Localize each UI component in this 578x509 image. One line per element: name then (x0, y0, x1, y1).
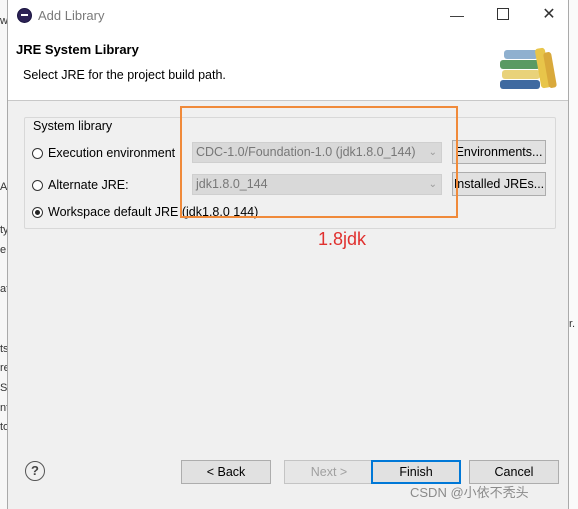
minimize-button[interactable]: — (443, 5, 471, 25)
window-title: Add Library (38, 8, 105, 23)
page-subtitle: Select JRE for the project build path. (23, 68, 226, 82)
environments-button[interactable]: Environments... (452, 140, 546, 164)
watermark: CSDN @小依不秃头 (410, 485, 529, 500)
bg-text: e (0, 244, 7, 256)
next-button: Next > (284, 460, 374, 484)
maximize-button[interactable] (489, 5, 517, 25)
add-library-dialog: Add Library — ✕ JRE System Library Selec… (7, 0, 569, 509)
close-button[interactable]: ✕ (535, 5, 563, 25)
maximize-icon (497, 8, 509, 20)
group-label: System library (33, 119, 113, 133)
radio-label: Alternate JRE: (48, 178, 129, 192)
alternate-jre-option[interactable]: Alternate JRE: (32, 176, 129, 194)
installed-jres-button[interactable]: Installed JREs... (452, 172, 546, 196)
eclipse-icon (17, 8, 32, 23)
annotation-text: 1.8jdk (318, 229, 367, 249)
radio-label: Execution environment (48, 146, 176, 160)
finish-button[interactable]: Finish (371, 460, 461, 484)
bg-text: r. (569, 318, 576, 330)
execution-environment-option[interactable]: Execution environment (32, 144, 175, 162)
cancel-button[interactable]: Cancel (469, 460, 559, 484)
title-bar: Add Library — ✕ (8, 0, 568, 30)
back-button[interactable]: < Back (181, 460, 271, 484)
page-title: JRE System Library (16, 42, 139, 57)
radio-button-selected[interactable] (32, 206, 43, 218)
wizard-header: JRE System Library Select JRE for the pr… (8, 30, 568, 101)
help-icon[interactable]: ? (25, 461, 45, 481)
radio-button[interactable] (32, 147, 43, 159)
radio-button[interactable] (32, 179, 43, 191)
library-books-icon (500, 47, 557, 89)
annotation-highlight-box (180, 106, 458, 218)
